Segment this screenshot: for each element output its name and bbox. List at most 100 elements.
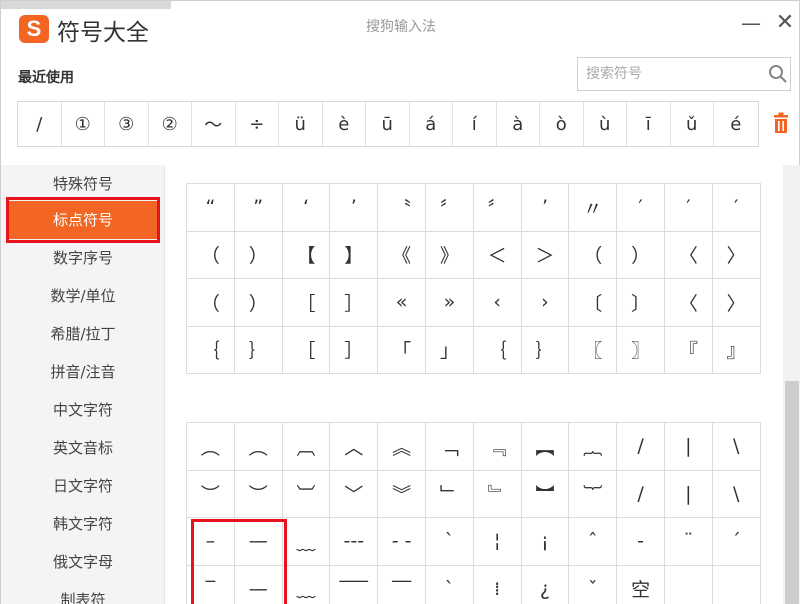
symbol-cell[interactable]: “ (187, 184, 235, 232)
symbol-cell[interactable]: （ (187, 279, 235, 327)
symbol-cell[interactable]: ′ (712, 184, 761, 232)
sidebar-item[interactable]: 英文音标 (1, 431, 165, 465)
trash-icon[interactable] (771, 112, 791, 134)
search-input[interactable] (586, 64, 756, 84)
symbol-cell[interactable]: ` (425, 518, 474, 566)
symbol-cell[interactable]: ［ (282, 326, 331, 374)
symbol-cell[interactable]: ’ (521, 184, 570, 232)
recent-symbol[interactable]: ǔ (671, 102, 714, 146)
symbol-cell[interactable]: （ (187, 231, 235, 279)
symbol-cell[interactable]: 〝 (378, 184, 426, 232)
scrollbar-thumb[interactable] (785, 381, 799, 604)
symbol-cell[interactable]: ” (234, 184, 283, 232)
recent-symbol[interactable]: ü (279, 102, 323, 146)
recent-symbol[interactable]: ù (584, 102, 627, 146)
symbol-cell[interactable]: 〉 (712, 279, 761, 327)
symbol-cell[interactable]: › (521, 279, 570, 327)
symbol-cell[interactable]: ︸ (569, 470, 618, 518)
symbol-cell[interactable]: 〕 (617, 279, 665, 327)
recent-symbol[interactable]: ① (62, 102, 105, 146)
symbol-cell[interactable]: ¿ (522, 565, 570, 604)
symbol-cell[interactable]: ︷ (569, 423, 618, 471)
symbol-cell[interactable]: ︵ (234, 423, 283, 471)
recent-symbol[interactable]: é (714, 102, 758, 146)
symbol-cell[interactable]: 〞 (473, 184, 522, 232)
symbol-cell[interactable]: ︶ (187, 470, 235, 518)
symbol-cell[interactable]: ｛ (187, 326, 235, 374)
recent-symbol[interactable]: ② (149, 102, 192, 146)
symbol-cell[interactable]: ﹄ (473, 470, 522, 518)
symbol-cell[interactable]: ＞ (521, 231, 570, 279)
sidebar-item[interactable]: 特殊符号 (1, 167, 165, 201)
symbol-cell[interactable]: ‾‾‾ (330, 565, 379, 604)
symbol-cell[interactable]: ︺ (282, 470, 331, 518)
symbol-cell[interactable]: 》 (425, 231, 474, 279)
symbol-cell[interactable]: - (617, 518, 665, 566)
recent-symbol[interactable]: è (323, 102, 366, 146)
sidebar-item[interactable]: 韩文字符 (1, 507, 165, 541)
symbol-cell[interactable]: ˋ (426, 565, 474, 604)
symbol-cell[interactable]: ⁞ (474, 565, 522, 604)
sidebar-item[interactable]: 数字序号 (1, 241, 165, 275)
symbol-cell[interactable]: 〉 (712, 231, 761, 279)
symbol-cell[interactable]: 〔 (569, 279, 618, 327)
symbol-cell[interactable]: （ (569, 231, 618, 279)
symbol-cell[interactable]: 〗 (617, 326, 665, 374)
recent-symbol[interactable]: / (18, 102, 62, 146)
symbol-cell[interactable]: 『 (664, 326, 713, 374)
symbol-cell[interactable]: ˆ (569, 518, 618, 566)
symbol-cell[interactable]: ︽ (378, 423, 426, 471)
symbol-cell[interactable]: ︹ (282, 423, 331, 471)
symbol-cell[interactable]: 】 (330, 231, 379, 279)
symbol-cell[interactable]: ﹏ (282, 518, 331, 566)
symbol-cell[interactable]: 〈 (664, 231, 713, 279)
recent-symbol[interactable]: ÷ (236, 102, 279, 146)
symbol-cell[interactable]: 〈 (664, 279, 713, 327)
symbol-cell[interactable]: | (664, 423, 713, 471)
symbol-cell[interactable]: ˊ (712, 518, 761, 566)
symbol-cell[interactable]: \ (712, 470, 761, 518)
symbol-cell[interactable]: ‘ (282, 184, 331, 232)
symbol-cell[interactable]: ｝ (521, 326, 570, 374)
symbol-cell[interactable]: ［ (282, 279, 331, 327)
symbol-cell[interactable]: 〞 (425, 184, 474, 232)
symbol-cell[interactable]: / (617, 470, 665, 518)
recent-symbol[interactable]: á (410, 102, 453, 146)
symbol-cell[interactable]: ︿ (330, 423, 379, 471)
symbol-cell[interactable]: ¨ (664, 518, 713, 566)
symbol-cell[interactable]: ｛ (473, 326, 522, 374)
symbol-cell[interactable]: ＜ (473, 231, 522, 279)
sidebar-item[interactable]: 拼音/注音 (1, 355, 165, 389)
recent-symbol[interactable]: ③ (105, 102, 149, 146)
symbol-cell[interactable]: ‹ (473, 279, 522, 327)
symbol-cell[interactable]: 」 (425, 326, 474, 374)
sidebar-item[interactable]: 日文字符 (1, 469, 165, 503)
symbol-cell[interactable]: ］ (330, 326, 379, 374)
symbol-cell[interactable]: ¡ (521, 518, 570, 566)
symbol-cell[interactable]: --- (330, 518, 379, 566)
symbol-cell[interactable]: - - (378, 518, 426, 566)
symbol-cell[interactable]: ︻ (521, 423, 570, 471)
minimize-button[interactable]: — (739, 11, 763, 35)
recent-symbol[interactable]: í (453, 102, 497, 146)
symbol-cell[interactable]: 』 (712, 326, 761, 374)
recent-symbol[interactable]: ī (627, 102, 671, 146)
symbol-cell[interactable]: ﹃ (473, 423, 522, 471)
symbol-cell[interactable]: ） (234, 279, 283, 327)
symbol-cell[interactable]: | (664, 470, 713, 518)
sidebar-item[interactable]: 数学/单位 (1, 279, 165, 313)
recent-symbol[interactable]: ò (540, 102, 584, 146)
symbol-cell[interactable]: ’ (330, 184, 379, 232)
symbol-cell[interactable]: ︵ (187, 423, 235, 471)
search-icon[interactable] (768, 64, 788, 84)
recent-symbol[interactable]: ～ (192, 102, 236, 146)
symbol-cell[interactable]: ﹏ (283, 565, 331, 604)
symbol-cell[interactable]: ｝ (234, 326, 283, 374)
symbol-cell[interactable]: ︼ (521, 470, 570, 518)
symbol-cell[interactable]: / (617, 423, 665, 471)
symbol-cell[interactable]: ﹁ (425, 423, 474, 471)
symbol-cell[interactable]: ¦ (473, 518, 522, 566)
recent-symbol[interactable]: ū (366, 102, 410, 146)
symbol-cell[interactable]: ］ (330, 279, 379, 327)
symbol-cell[interactable]: ﹂ (425, 470, 474, 518)
